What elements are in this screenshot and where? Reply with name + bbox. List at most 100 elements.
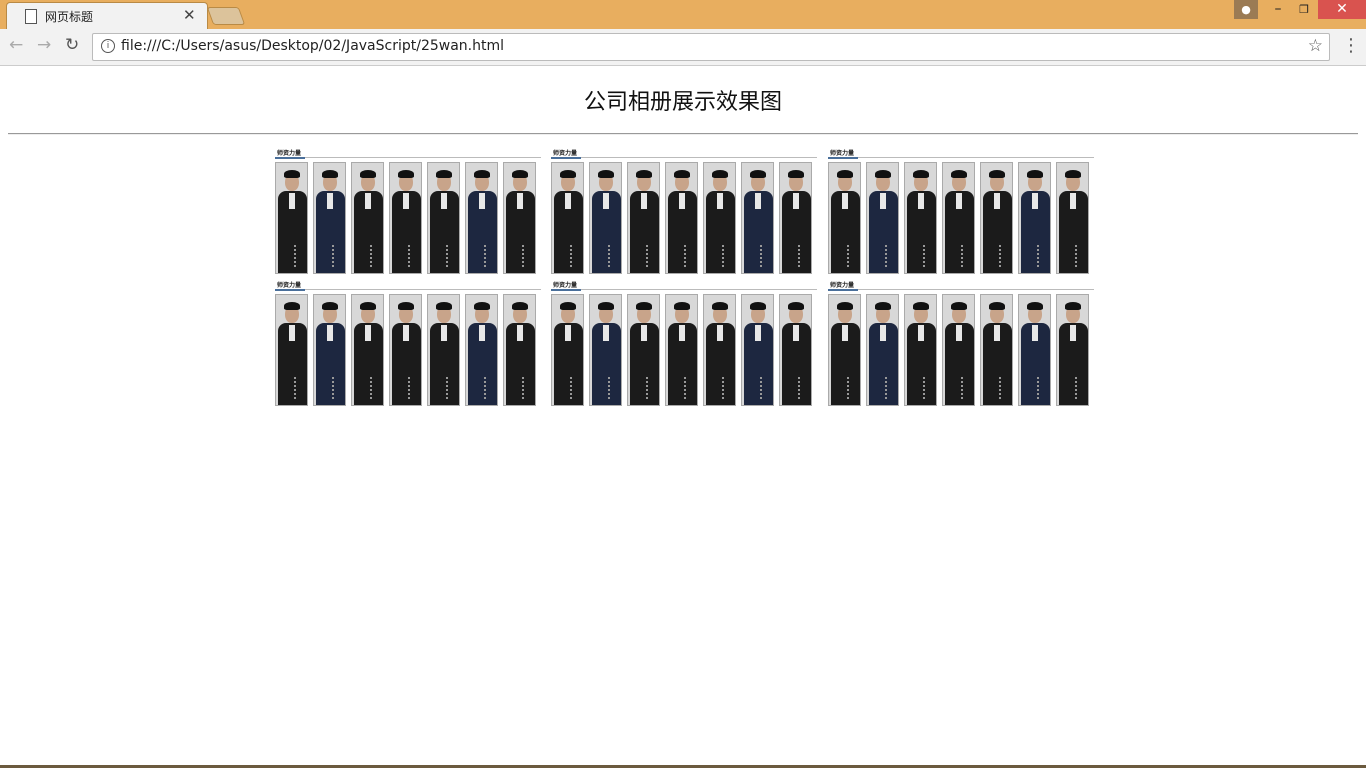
portrait-photo[interactable] xyxy=(703,162,736,274)
photo-row xyxy=(551,294,817,406)
portrait-hair xyxy=(512,302,528,310)
portrait-photo[interactable] xyxy=(465,162,498,274)
portrait-script xyxy=(522,245,532,267)
new-tab-button[interactable] xyxy=(206,7,246,25)
portrait-photo[interactable] xyxy=(942,162,975,274)
portrait-photo[interactable] xyxy=(904,162,937,274)
portrait-shirt xyxy=(327,193,333,209)
portrait-photo[interactable] xyxy=(275,162,308,274)
portrait-photo[interactable] xyxy=(828,162,861,274)
portrait-script xyxy=(408,245,418,267)
portrait-script xyxy=(522,377,532,399)
portrait-photo[interactable] xyxy=(589,162,622,274)
portrait-script xyxy=(332,377,342,399)
portrait-script xyxy=(294,377,304,399)
portrait-photo[interactable] xyxy=(551,162,584,274)
portrait-photo[interactable] xyxy=(1056,294,1089,406)
portrait-script xyxy=(608,245,618,267)
portrait-photo[interactable] xyxy=(980,294,1013,406)
portrait-script xyxy=(798,377,808,399)
portrait-hair xyxy=(674,302,690,310)
portrait-shirt xyxy=(479,325,485,341)
portrait-hair xyxy=(436,170,452,178)
portrait-script xyxy=(961,245,971,267)
portrait-photo[interactable] xyxy=(741,162,774,274)
portrait-photo[interactable] xyxy=(942,294,975,406)
portrait-photo[interactable] xyxy=(828,294,861,406)
browser-tab[interactable]: 网页标题 ✕ xyxy=(6,2,208,30)
photo-album: 师资力量 xyxy=(275,281,541,407)
portrait-photo[interactable] xyxy=(589,294,622,406)
address-bar[interactable]: i file:///C:/Users/asus/Desktop/02/JavaS… xyxy=(92,33,1330,61)
portrait-photo[interactable] xyxy=(1018,162,1051,274)
portrait-photo[interactable] xyxy=(627,294,660,406)
portrait-shirt xyxy=(755,193,761,209)
portrait-script xyxy=(570,245,580,267)
portrait-photo[interactable] xyxy=(389,294,422,406)
portrait-hair xyxy=(598,170,614,178)
portrait-script xyxy=(294,245,304,267)
portrait-script xyxy=(484,245,494,267)
portrait-shirt xyxy=(403,193,409,209)
info-icon[interactable]: i xyxy=(101,39,115,53)
url-text[interactable]: file:///C:/Users/asus/Desktop/02/JavaScr… xyxy=(121,38,504,54)
portrait-photo[interactable] xyxy=(1018,294,1051,406)
user-icon[interactable]: ● xyxy=(1234,0,1258,19)
portrait-photo[interactable] xyxy=(779,294,812,406)
portrait-photo[interactable] xyxy=(427,294,460,406)
portrait-hair xyxy=(360,302,376,310)
portrait-hair xyxy=(837,302,853,310)
portrait-shirt xyxy=(517,193,523,209)
minimize-button[interactable]: – xyxy=(1266,0,1290,19)
back-icon[interactable]: ← xyxy=(9,35,23,55)
album-label: 师资力量 xyxy=(553,282,578,289)
portrait-hair xyxy=(989,170,1005,178)
portrait-photo[interactable] xyxy=(351,294,384,406)
forward-icon[interactable]: → xyxy=(37,35,51,55)
portrait-photo[interactable] xyxy=(503,294,536,406)
portrait-photo[interactable] xyxy=(866,162,899,274)
portrait-photo[interactable] xyxy=(627,162,660,274)
portrait-hair xyxy=(1027,302,1043,310)
portrait-photo[interactable] xyxy=(866,294,899,406)
portrait-photo[interactable] xyxy=(313,294,346,406)
portrait-hair xyxy=(1065,302,1081,310)
portrait-hair xyxy=(1027,170,1043,178)
portrait-photo[interactable] xyxy=(389,162,422,274)
portrait-photo[interactable] xyxy=(275,294,308,406)
photo-album: 师资力量 xyxy=(275,149,541,275)
portrait-shirt xyxy=(441,325,447,341)
album-rule-accent xyxy=(551,289,581,291)
portrait-photo[interactable] xyxy=(465,294,498,406)
portrait-script xyxy=(332,245,342,267)
close-window-button[interactable]: ✕ xyxy=(1318,0,1366,19)
portrait-photo[interactable] xyxy=(503,162,536,274)
bookmark-star-icon[interactable]: ☆ xyxy=(1308,36,1323,56)
portrait-shirt xyxy=(365,325,371,341)
album-rule xyxy=(275,157,541,158)
portrait-hair xyxy=(750,302,766,310)
portrait-hair xyxy=(951,170,967,178)
portrait-photo[interactable] xyxy=(351,162,384,274)
portrait-script xyxy=(484,377,494,399)
reload-icon[interactable]: ↻ xyxy=(65,35,79,55)
portrait-photo[interactable] xyxy=(427,162,460,274)
portrait-photo[interactable] xyxy=(313,162,346,274)
portrait-hair xyxy=(837,170,853,178)
portrait-photo[interactable] xyxy=(904,294,937,406)
portrait-hair xyxy=(788,302,804,310)
portrait-photo[interactable] xyxy=(703,294,736,406)
menu-icon[interactable]: ⋮ xyxy=(1342,35,1360,56)
portrait-photo[interactable] xyxy=(665,162,698,274)
portrait-shirt xyxy=(717,325,723,341)
close-tab-icon[interactable]: ✕ xyxy=(183,6,196,24)
portrait-hair xyxy=(284,302,300,310)
restore-button[interactable]: ❐ xyxy=(1292,0,1316,19)
portrait-photo[interactable] xyxy=(1056,162,1089,274)
portrait-photo[interactable] xyxy=(551,294,584,406)
portrait-photo[interactable] xyxy=(741,294,774,406)
portrait-photo[interactable] xyxy=(665,294,698,406)
portrait-photo[interactable] xyxy=(779,162,812,274)
portrait-hair xyxy=(951,302,967,310)
portrait-photo[interactable] xyxy=(980,162,1013,274)
